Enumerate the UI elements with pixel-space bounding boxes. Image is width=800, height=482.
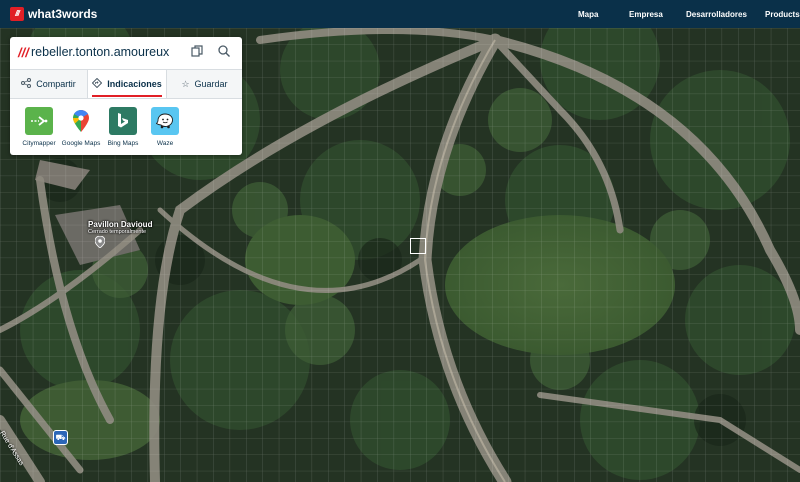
panel-tabs: Compartir Indicaciones ☆ Guardar (10, 70, 242, 99)
tab-compartir[interactable]: Compartir (10, 70, 87, 98)
bus-stop-icon[interactable]: ⛟ (53, 430, 68, 445)
bing-icon (109, 107, 137, 135)
app-citymapper[interactable]: Citymapper (16, 107, 62, 147)
tab-label: Guardar (194, 79, 228, 89)
copy-icon[interactable] (190, 44, 206, 60)
app-bing-maps[interactable]: Bing Maps (100, 107, 146, 147)
navigation-apps: Citymapper Google Maps Bing Maps Waze (10, 107, 242, 153)
nav-item-mapa[interactable]: Mapa (578, 10, 598, 19)
nav-item-empresa[interactable]: Empresa (629, 10, 663, 19)
three-word-address[interactable]: rebeller.tonton.amoureux (31, 45, 169, 59)
app-waze[interactable]: Waze (142, 107, 188, 147)
address-panel: /// rebeller.tonton.amoureux Compartir I… (10, 37, 242, 155)
poi-pin-icon[interactable] (95, 236, 105, 248)
app-google-maps[interactable]: Google Maps (58, 107, 104, 147)
app-label: Waze (156, 140, 174, 147)
directions-icon (92, 77, 103, 90)
star-icon: ☆ (181, 78, 190, 89)
what3words-logo[interactable]: /// what3words (10, 7, 97, 21)
app-label: Google Maps (61, 140, 101, 147)
nav-item-products[interactable]: Products (765, 10, 800, 19)
app-label: Citymapper (22, 140, 56, 147)
address-slashes: /// (18, 45, 29, 60)
selected-square-marker[interactable] (410, 238, 426, 254)
citymapper-icon (25, 107, 53, 135)
address-row: /// rebeller.tonton.amoureux (10, 37, 242, 70)
nav-item-desarrolladores[interactable]: Desarrolladores (686, 10, 747, 19)
logo-mark: /// (10, 7, 24, 21)
tab-label: Compartir (36, 79, 76, 89)
tab-indicaciones[interactable]: Indicaciones (87, 70, 167, 98)
google-maps-icon (67, 107, 95, 135)
share-icon (21, 78, 32, 90)
waze-icon (151, 107, 179, 135)
tab-guardar[interactable]: ☆ Guardar (167, 70, 242, 98)
poi-label[interactable]: Pavillon Davioud Cerrado temporalmente (88, 220, 152, 235)
poi-name: Pavillon Davioud (88, 220, 153, 229)
poi-status: Cerrado temporalmente (88, 229, 147, 235)
search-icon[interactable] (217, 44, 233, 60)
logo-text: what3words (28, 7, 98, 21)
tab-label: Indicaciones (107, 79, 162, 89)
top-navigation-bar: /// what3words Mapa Empresa Desarrollado… (0, 0, 800, 28)
app-label: Bing Maps (107, 140, 139, 147)
